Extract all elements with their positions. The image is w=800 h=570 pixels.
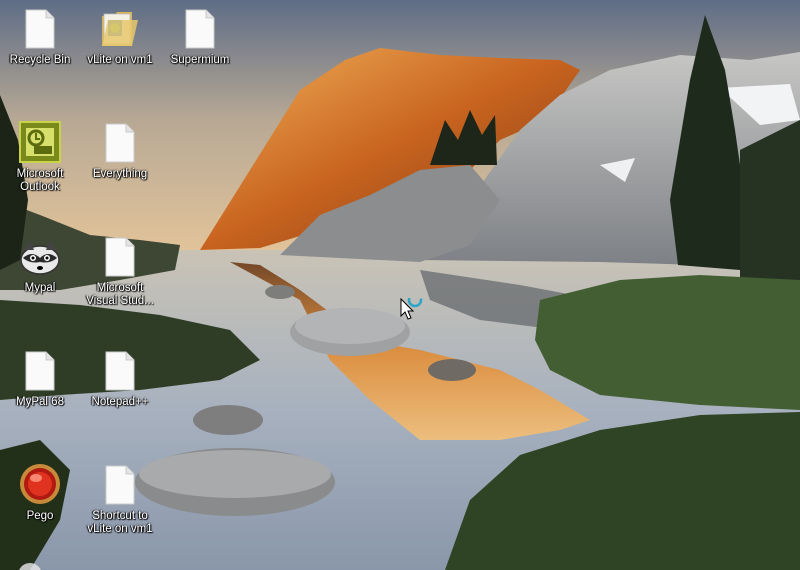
desktop-icon-shortcut-to-vlite[interactable]: Shortcut to vLite on vm1 (80, 456, 160, 556)
desktop[interactable]: Recycle Bin Microsoft Outlook Mypal MyPa… (0, 0, 800, 570)
raccoon-icon (20, 240, 60, 275)
desktop-icon-pego[interactable]: Pego (0, 456, 80, 556)
icon-label: Recycle Bin (9, 54, 71, 66)
icon-label: Pego (26, 510, 54, 522)
desktop-icon-recycle-bin[interactable]: Recycle Bin (0, 0, 80, 100)
icon-label: MyPal 68 (16, 396, 64, 408)
blank-file-icon (105, 237, 135, 277)
desktop-icon-supermium[interactable]: Supermium (160, 0, 240, 100)
blank-file-icon (25, 9, 55, 49)
icon-label: Everything (92, 168, 148, 180)
outlook-icon (19, 121, 61, 163)
blank-file-icon (105, 123, 135, 163)
desktop-icon-mypal[interactable]: Mypal (0, 228, 80, 328)
icon-label: Microsoft Outlook (16, 168, 64, 193)
blank-file-icon (185, 9, 215, 49)
blank-file-icon (25, 351, 55, 391)
desktop-icon-everything[interactable]: Everything (80, 114, 160, 214)
icon-label: vLite on vm1 (87, 54, 153, 66)
icon-label: Supermium (170, 54, 230, 66)
icon-label: Mypal (24, 282, 56, 294)
desktop-icon-microsoft-outlook[interactable]: Microsoft Outlook (0, 114, 80, 214)
desktop-icon-vlite-on-vm1[interactable]: vLite on vm1 (80, 0, 160, 100)
blank-file-icon (105, 351, 135, 391)
busy-arrow-cursor (400, 298, 423, 320)
folder-icon (102, 12, 138, 46)
desktop-icon-notepad-plus-plus[interactable]: Notepad++ (80, 342, 160, 442)
icon-label: Notepad++ (91, 396, 149, 408)
red-orb-icon (20, 464, 60, 504)
desktop-icon-mypal-68[interactable]: MyPal 68 (0, 342, 80, 442)
blank-file-icon (105, 465, 135, 505)
icon-label: Shortcut to vLite on vm1 (87, 510, 153, 535)
desktop-icon-microsoft-visual-studio[interactable]: Microsoft Visual Stud... (80, 228, 160, 328)
icon-label: Microsoft Visual Stud... (86, 282, 154, 307)
